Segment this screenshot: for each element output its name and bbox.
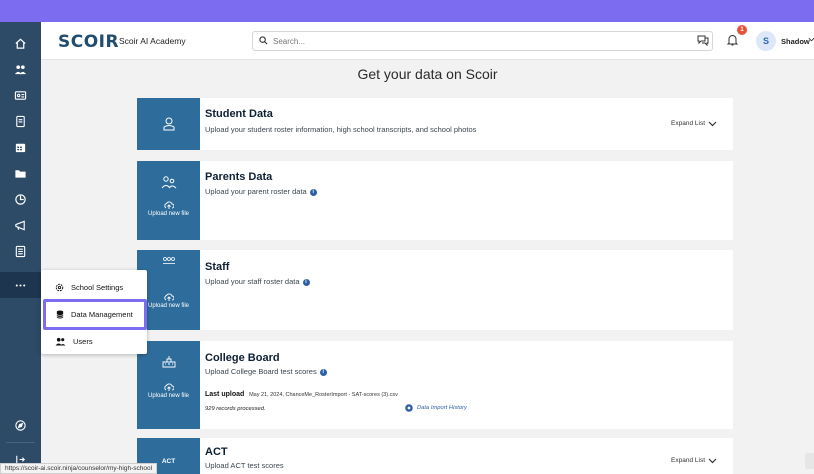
card-description: Upload College Board test scores i [205, 367, 327, 376]
menu-item-label: Users [73, 336, 93, 346]
card-title: College Board [205, 352, 280, 364]
act-logo: ACT [161, 458, 176, 465]
notification-badge: 1 [737, 25, 747, 35]
student-icon [163, 117, 174, 131]
card-description: Upload ACT test scores [205, 461, 284, 470]
top-header: SCOIR Scoir AI Academy 1 S Shadow [41, 22, 814, 60]
sidebar-divider [6, 442, 35, 443]
college-building-icon [162, 356, 175, 368]
records-processed: 929 records processed. [205, 406, 266, 412]
card-college-board: Upload new file College Board Upload Col… [137, 341, 733, 429]
upload-new-file-button[interactable]: Upload new file [148, 210, 189, 219]
gear-icon [55, 283, 64, 291]
list-icon[interactable] [0, 238, 41, 264]
megaphone-icon[interactable] [0, 212, 41, 238]
upload-icon[interactable] [163, 383, 174, 392]
menu-item-label: Data Management [71, 310, 133, 319]
card-description: Upload your staff roster data i [205, 277, 310, 286]
page-title: Get your data on Scoir [357, 66, 498, 82]
info-icon[interactable]: i [319, 368, 327, 376]
menu-item-label: School Settings [71, 282, 124, 292]
bell-icon[interactable] [726, 33, 739, 47]
card-title: Staff [205, 261, 230, 273]
calendar-icon[interactable] [0, 134, 41, 160]
more-menu-popover: School Settings Data Management Users [41, 270, 147, 354]
last-upload-label: Last upload [205, 391, 245, 398]
upload-icon[interactable] [163, 201, 174, 210]
expand-list-label: Expand List [671, 120, 705, 127]
card-side-panel: Upload new file [137, 341, 200, 429]
database-icon [56, 310, 64, 319]
upload-icon[interactable] [163, 293, 174, 302]
card-description: Upload your student roster information, … [205, 125, 477, 134]
expand-list-button[interactable]: Expand List [671, 457, 717, 464]
card-description-text: Upload College Board test scores [205, 367, 317, 376]
scoir-logo[interactable]: SCOIR [58, 32, 119, 52]
chevron-down-icon [708, 121, 717, 126]
user-name[interactable]: Shadow [781, 37, 810, 46]
corner-widget[interactable] [805, 453, 814, 469]
staff-icon [162, 257, 175, 264]
expand-list-label: Expand List [671, 457, 705, 464]
org-name: Scoir AI Academy [119, 36, 186, 46]
upload-new-file-button[interactable]: Upload new file [148, 392, 189, 401]
search-box[interactable] [252, 31, 713, 51]
left-sidebar [0, 22, 41, 474]
more-icon[interactable] [0, 272, 41, 298]
card-parents-data: Upload new file Parents Data Upload your… [137, 161, 733, 240]
upload-new-file-button[interactable]: Upload new file [148, 302, 189, 311]
students-icon[interactable] [0, 56, 41, 82]
card-student-data: Student Data Upload your student roster … [137, 98, 733, 150]
menu-item-users[interactable]: Users [41, 329, 147, 353]
last-upload-row: Last upload May 21, 2024, ChanceMe_Roste… [205, 391, 398, 398]
card-side-panel: Upload new file [137, 161, 200, 240]
card-title: ACT [205, 446, 228, 458]
eye-icon [405, 404, 413, 412]
card-description: Upload your parent roster data i [205, 187, 317, 196]
card-title: Student Data [205, 108, 273, 120]
folder-icon[interactable] [0, 160, 41, 186]
history-link-label: Data Import History [417, 405, 467, 411]
college-icon[interactable] [0, 186, 41, 212]
parents-icon [161, 176, 176, 189]
id-card-icon[interactable] [0, 82, 41, 108]
card-act: ACT ACT Upload ACT test scores Expand Li… [137, 438, 733, 474]
card-side-panel [137, 98, 200, 150]
users-icon [55, 337, 66, 346]
expand-list-button[interactable]: Expand List [671, 120, 717, 127]
menu-item-data-management[interactable]: Data Management [43, 299, 147, 330]
card-staff: Upload new file Staff Upload your staff … [137, 250, 733, 330]
card-description-text: Upload your staff roster data [205, 277, 300, 286]
avatar[interactable]: S [756, 31, 776, 51]
last-upload-value: May 21, 2024, ChanceMe_RosterImport - SA… [249, 392, 398, 398]
card-title: Parents Data [205, 171, 273, 183]
compass-icon[interactable] [0, 412, 41, 438]
info-icon[interactable]: i [309, 188, 317, 196]
status-bar-url: https://scoir-ai.scoir.ninja/counselor/m… [0, 463, 158, 474]
search-icon [259, 36, 268, 45]
chevron-down-icon [708, 458, 717, 463]
data-import-history-link[interactable]: Data Import History [405, 404, 467, 412]
home-icon[interactable] [0, 30, 41, 56]
messages-icon[interactable] [696, 33, 710, 47]
menu-item-school-settings[interactable]: School Settings [41, 275, 147, 299]
search-input[interactable] [273, 34, 703, 48]
card-description-text: Upload your parent roster data [205, 187, 307, 196]
top-accent-band [0, 0, 814, 22]
info-icon[interactable]: i [302, 278, 310, 286]
chevron-down-icon[interactable] [808, 36, 814, 43]
document-icon[interactable] [0, 108, 41, 134]
